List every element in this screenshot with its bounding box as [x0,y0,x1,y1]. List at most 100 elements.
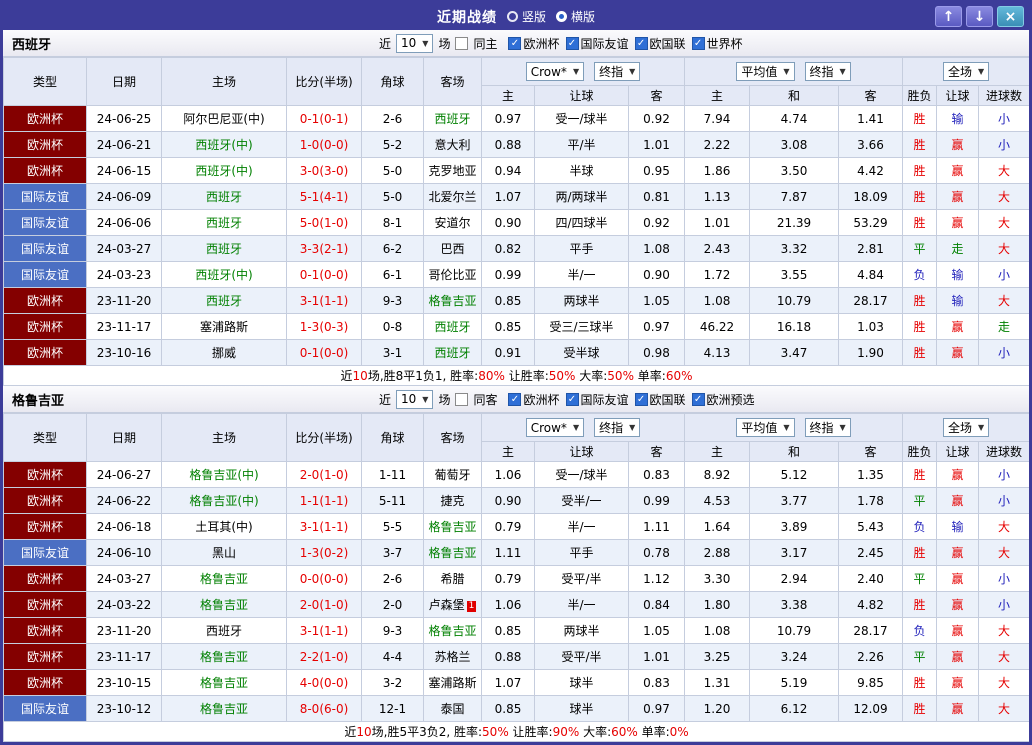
asian-odds-group: Crow*▼ 终指▼ [482,58,685,86]
sub-asian-home: 主 [482,86,535,106]
euro-final-select[interactable]: 终指▼ [805,62,851,81]
euro-home-odds: 1.72 [685,262,750,288]
window-buttons: ↑ ↓ × [935,6,1024,27]
competition-checkbox[interactable]: ✓ [508,393,521,406]
result-flag: 负 [903,262,937,288]
handicap-flag: 输 [937,262,979,288]
match-score: 5-0(1-0) [287,210,362,236]
match-row: 欧洲杯23-10-15格鲁吉亚4-0(0-0)3-2塞浦路斯1.07球半0.83… [4,670,1030,696]
radio-selected-icon [556,11,567,22]
match-date: 23-11-20 [87,618,162,644]
asian-handicap-line: 半/一 [535,514,629,540]
asian-odds-group: Crow*▼ 终指▼ [482,414,685,442]
recent-count-select[interactable]: 10 ▼ [396,390,433,409]
asian-away-odds: 1.05 [629,288,685,314]
corner-score: 5-0 [362,158,424,184]
asian-away-odds: 1.12 [629,566,685,592]
scope-select[interactable]: 全场▼ [943,418,989,437]
average-select[interactable]: 平均值▼ [736,418,794,437]
away-team: 格鲁吉亚 [424,514,482,540]
competition-label: 欧国联 [650,35,686,52]
competition-filter[interactable]: ✓世界杯 [692,35,743,52]
competition-cell: 欧洲杯 [4,340,87,366]
scroll-down-button[interactable]: ↓ [966,6,993,27]
competition-filter[interactable]: ✓欧洲杯 [508,391,559,408]
euro-away-odds: 1.03 [839,314,903,340]
competition-cell: 欧洲杯 [4,158,87,184]
competition-filter[interactable]: ✓欧国联 [635,391,686,408]
asian-home-odds: 0.85 [482,288,535,314]
col-away: 客场 [424,58,482,106]
recent-label: 近 [379,35,391,52]
euro-away-odds: 2.40 [839,566,903,592]
competition-checkbox[interactable]: ✓ [635,37,648,50]
asian-handicap-line: 受平/半 [535,566,629,592]
asian-home-odds: 0.94 [482,158,535,184]
euro-final-select[interactable]: 终指▼ [805,418,851,437]
same-venue-checkbox[interactable] [455,393,468,406]
close-button[interactable]: × [997,6,1024,27]
competition-filter[interactable]: ✓欧洲预选 [692,391,755,408]
goals-flag: 大 [979,514,1030,540]
match-row: 欧洲杯23-11-17格鲁吉亚2-2(1-0)4-4苏格兰0.88受平/半1.0… [4,644,1030,670]
col-goals: 进球数 [979,442,1030,462]
competition-filter[interactable]: ✓国际友谊 [566,391,629,408]
match-date: 24-06-15 [87,158,162,184]
sub-euro-draw: 和 [750,86,839,106]
asian-away-odds: 0.92 [629,210,685,236]
col-score: 比分(半场) [287,58,362,106]
summary-segment: 50% [482,725,509,739]
chevron-down-icon: ▼ [783,423,789,432]
competition-checkbox[interactable]: ✓ [566,37,579,50]
competition-checkbox[interactable]: ✓ [508,37,521,50]
handicap-flag: 赢 [937,540,979,566]
competition-checkbox[interactable]: ✓ [692,37,705,50]
euro-away-odds: 2.45 [839,540,903,566]
competition-checkbox[interactable]: ✓ [692,393,705,406]
asian-home-odds: 0.88 [482,132,535,158]
layout-radio-vertical[interactable]: 竖版 [507,8,546,25]
col-score: 比分(半场) [287,414,362,462]
handicap-flag: 赢 [937,462,979,488]
result-flag: 胜 [903,132,937,158]
results-table: 类型 日期 主场 比分(半场) 角球 客场 Crow*▼ 终指▼ 平均值 [3,413,1030,742]
result-flag: 胜 [903,592,937,618]
match-row: 欧洲杯24-03-22格鲁吉亚2-0(1-0)2-0卢森堡11.06半/一0.8… [4,592,1030,618]
asian-final-select[interactable]: 终指▼ [594,62,640,81]
layout-radio-horizontal[interactable]: 横版 [556,8,595,25]
competition-cell: 国际友谊 [4,236,87,262]
bookmaker-select[interactable]: Crow*▼ [526,418,584,437]
asian-handicap-line: 受平/半 [535,644,629,670]
match-row: 欧洲杯23-10-16挪威0-1(0-0)3-1西班牙0.91受半球0.984.… [4,340,1030,366]
bookmaker-select[interactable]: Crow*▼ [526,62,584,81]
asian-handicap-line: 受半球 [535,340,629,366]
asian-home-odds: 1.07 [482,184,535,210]
competition-checkbox[interactable]: ✓ [635,393,648,406]
asian-home-odds: 0.99 [482,262,535,288]
euro-away-odds: 9.85 [839,670,903,696]
competition-filter[interactable]: ✓欧洲杯 [508,35,559,52]
corner-score: 5-5 [362,514,424,540]
asian-final-select[interactable]: 终指▼ [594,418,640,437]
recent-count-select[interactable]: 10 ▼ [396,34,433,53]
sub-euro-home: 主 [685,86,750,106]
asian-home-odds: 0.85 [482,618,535,644]
scroll-up-button[interactable]: ↑ [935,6,962,27]
competition-filter[interactable]: ✓欧国联 [635,35,686,52]
competition-filter[interactable]: ✓国际友谊 [566,35,629,52]
scope-select[interactable]: 全场▼ [943,62,989,81]
corner-score: 3-7 [362,540,424,566]
scope-value: 全场 [948,419,972,436]
asian-handicap-line: 两球半 [535,618,629,644]
goals-flag: 大 [979,696,1030,722]
competition-cell: 欧洲杯 [4,106,87,132]
competition-checkbox[interactable]: ✓ [566,393,579,406]
match-date: 23-10-16 [87,340,162,366]
home-team: 格鲁吉亚 [162,644,287,670]
chevron-down-icon: ▼ [573,67,579,76]
same-venue-checkbox[interactable] [455,37,468,50]
average-select[interactable]: 平均值▼ [736,62,794,81]
asian-handicap-line: 半球 [535,158,629,184]
match-score: 1-1(1-1) [287,488,362,514]
asian-home-odds: 1.06 [482,462,535,488]
